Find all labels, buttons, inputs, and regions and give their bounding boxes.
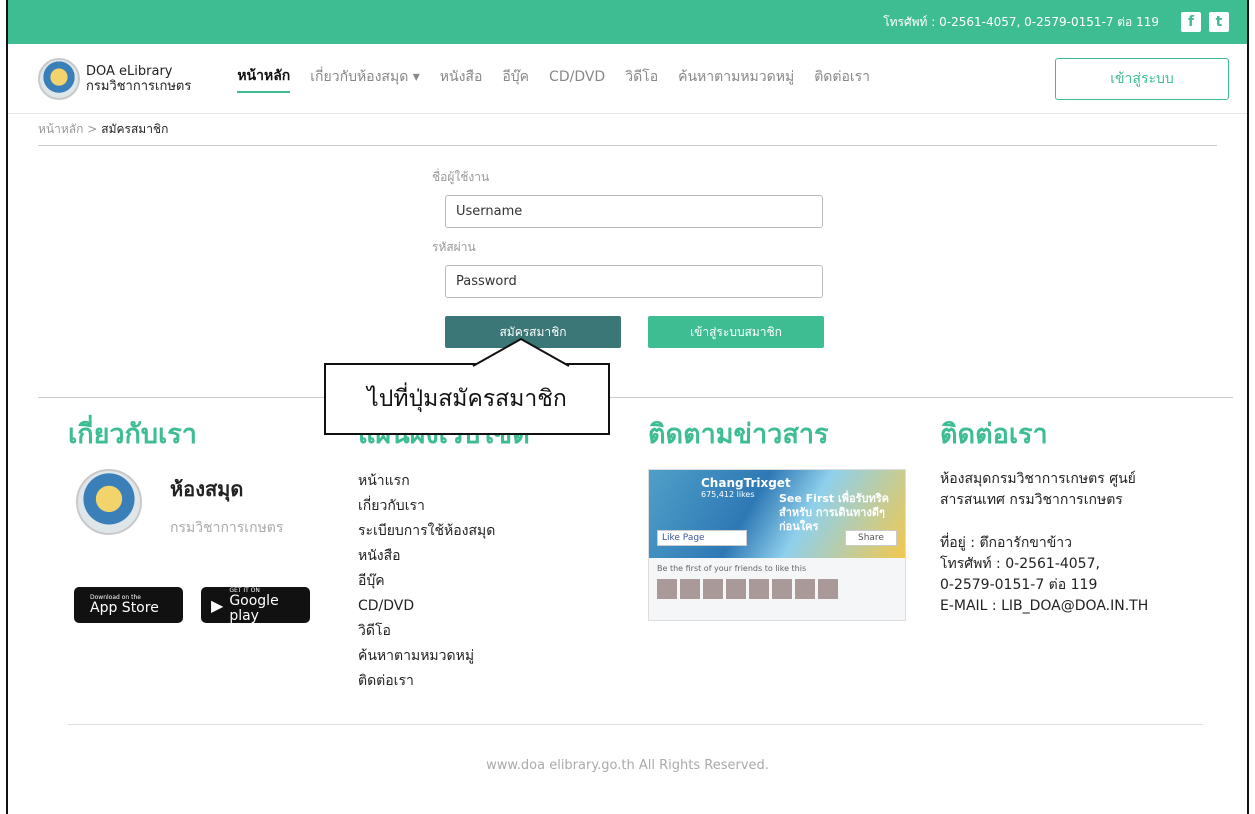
- top-bar: โทรศัพท์ : 0-2561-4057, 0-2579-0151-7 ต่…: [8, 0, 1247, 44]
- twitter-icon[interactable]: t: [1209, 12, 1229, 32]
- contact-title: ติดต่อเรา: [940, 419, 1048, 450]
- callout-box: ไปที่ปุ่มสมัครสมาชิก: [324, 363, 610, 435]
- library-dept: กรมวิชาการเกษตร: [170, 520, 284, 536]
- sitemap-item-ebooks[interactable]: อีบุ๊ค: [358, 569, 618, 594]
- username-label: ชื่อผู้ใช้งาน: [432, 170, 490, 184]
- sitemap-item-books[interactable]: หนังสือ: [358, 544, 618, 569]
- library-name: ห้องสมุด: [170, 477, 244, 501]
- logo-line2: กรมวิชาการเกษตร: [86, 78, 192, 94]
- avatar: [772, 579, 792, 599]
- library-seal-icon: [76, 469, 142, 535]
- avatar: [795, 579, 815, 599]
- footer-about: เกี่ยวกับเรา ห้องสมุด กรมวิชาการเกษตร Do…: [68, 412, 328, 623]
- member-login-button[interactable]: เข้าสู่ระบบสมาชิก: [648, 316, 824, 348]
- avatar: [726, 579, 746, 599]
- footer-contact: ติดต่อเรา ห้องสมุดกรมวิชาการเกษตร ศูนย์ …: [940, 412, 1210, 617]
- app-store-button[interactable]: Download on the App Store: [74, 587, 183, 623]
- sitemap-item-rules[interactable]: ระเบียบการใช้ห้องสมุด: [358, 519, 618, 544]
- nav-about-library[interactable]: เกี่ยวกับห้องสมุด ▾: [310, 66, 420, 92]
- nav-home[interactable]: หน้าหลัก: [237, 65, 291, 93]
- sitemap-item-cd-dvd[interactable]: CD/DVD: [358, 594, 618, 619]
- nav-contact[interactable]: ติดต่อเรา: [814, 66, 870, 92]
- fb-friend-avatars: [649, 579, 905, 599]
- copyright: www.doa elibrary.go.th All Rights Reserv…: [486, 758, 769, 773]
- doa-logo-icon[interactable]: [38, 57, 80, 100]
- main-nav: หน้าหลัก เกี่ยวกับห้องสมุด ▾ หนังสือ อีบ…: [237, 65, 890, 93]
- about-title: เกี่ยวกับเรา: [68, 419, 197, 450]
- fb-like-count: 675,412 likes: [701, 490, 755, 499]
- avatar: [657, 579, 677, 599]
- nav-ebooks[interactable]: อีบุ๊ค: [502, 66, 529, 92]
- fb-promo-text: See First เพื่อรับทริคสำหรับ การเดินทางด…: [779, 492, 890, 533]
- app-store-big: App Store: [90, 600, 159, 616]
- avatar: [680, 579, 700, 599]
- bottom-divider: [68, 724, 1203, 725]
- sitemap-item-home[interactable]: หน้าแรก: [358, 469, 618, 494]
- fb-page-name[interactable]: ChangTrixget: [701, 476, 791, 490]
- footer-divider: [38, 397, 1233, 398]
- avatar: [703, 579, 723, 599]
- sitemap-item-video[interactable]: วิดีโอ: [358, 619, 618, 644]
- nav-video[interactable]: วิดีโอ: [625, 66, 658, 92]
- login-button[interactable]: เข้าสู่ระบบ: [1055, 58, 1229, 100]
- news-title: ติดตามข่าวสาร: [648, 419, 829, 450]
- register-button[interactable]: สมัครสมาชิก: [445, 316, 621, 348]
- google-play-big: Google play: [229, 592, 279, 624]
- nav-books[interactable]: หนังสือ: [440, 66, 483, 92]
- nav-search-category[interactable]: ค้นหาตามหมวดหมู่: [678, 66, 794, 92]
- contact-address: ที่อยู่ : ตึกอารักขาข้าว: [940, 535, 1073, 551]
- page-frame: โทรศัพท์ : 0-2561-4057, 0-2579-0151-7 ต่…: [6, 0, 1249, 814]
- top-phone: โทรศัพท์ : 0-2561-4057, 0-2579-0151-7 ต่…: [883, 14, 1159, 29]
- password-label: รหัสผ่าน: [432, 240, 476, 254]
- password-input[interactable]: [445, 265, 823, 298]
- nav-cd-dvd[interactable]: CD/DVD: [549, 69, 605, 89]
- fb-share-button[interactable]: Share: [845, 530, 897, 546]
- footer-sitemap: แผนผังเว็บไซต์ หน้าแรก เกี่ยวกับเรา ระเบ…: [358, 412, 618, 694]
- contact-org-1: ห้องสมุดกรมวิชาการเกษตร ศูนย์: [940, 471, 1136, 487]
- logo-text[interactable]: DOA eLibrary กรมวิชาการเกษตร: [86, 64, 191, 94]
- fb-cover-image: ChangTrixget 675,412 likes See First เพื…: [649, 470, 905, 558]
- sitemap-item-contact[interactable]: ติดต่อเรา: [358, 669, 618, 694]
- breadcrumb-current: สมัครสมาชิก: [101, 122, 169, 136]
- google-play-button[interactable]: ▶ GET IT ON Google play: [201, 587, 310, 623]
- register-form: ชื่อผู้ใช้งาน รหัสผ่าน สมัครสมาชิก เข้าส…: [430, 168, 830, 348]
- facebook-icon[interactable]: f: [1181, 12, 1201, 32]
- contact-org-2: สารสนเทศ กรมวิชาการเกษตร: [940, 492, 1123, 508]
- play-icon: ▶: [211, 595, 224, 615]
- avatar: [818, 579, 838, 599]
- contact-phone-1: โทรศัพท์ : 0-2561-4057,: [940, 556, 1100, 572]
- fb-friends-text: Be the first of your friends to like thi…: [657, 564, 807, 573]
- contact-phone-2: 0-2579-0151-7 ต่อ 119: [940, 577, 1098, 593]
- username-input[interactable]: [445, 195, 823, 228]
- sitemap-item-search[interactable]: ค้นหาตามหมวดหมู่: [358, 644, 618, 669]
- breadcrumb-home[interactable]: หน้าหลัก >: [38, 120, 97, 139]
- footer-news: ติดตามข่าวสาร ChangTrixget 675,412 likes…: [648, 412, 918, 621]
- avatar: [749, 579, 769, 599]
- logo-line1: DOA eLibrary: [86, 63, 173, 79]
- facebook-page-widget[interactable]: ChangTrixget 675,412 likes See First เพื…: [648, 469, 906, 621]
- header: DOA eLibrary กรมวิชาการเกษตร หน้าหลัก เก…: [8, 44, 1247, 114]
- breadcrumb: หน้าหลัก > สมัครสมาชิก: [38, 114, 1217, 146]
- fb-like-button[interactable]: Like Page: [657, 530, 747, 546]
- contact-email[interactable]: E-MAIL : LIB_DOA@DOA.IN.TH: [940, 596, 1210, 617]
- sitemap-item-about[interactable]: เกี่ยวกับเรา: [358, 494, 618, 519]
